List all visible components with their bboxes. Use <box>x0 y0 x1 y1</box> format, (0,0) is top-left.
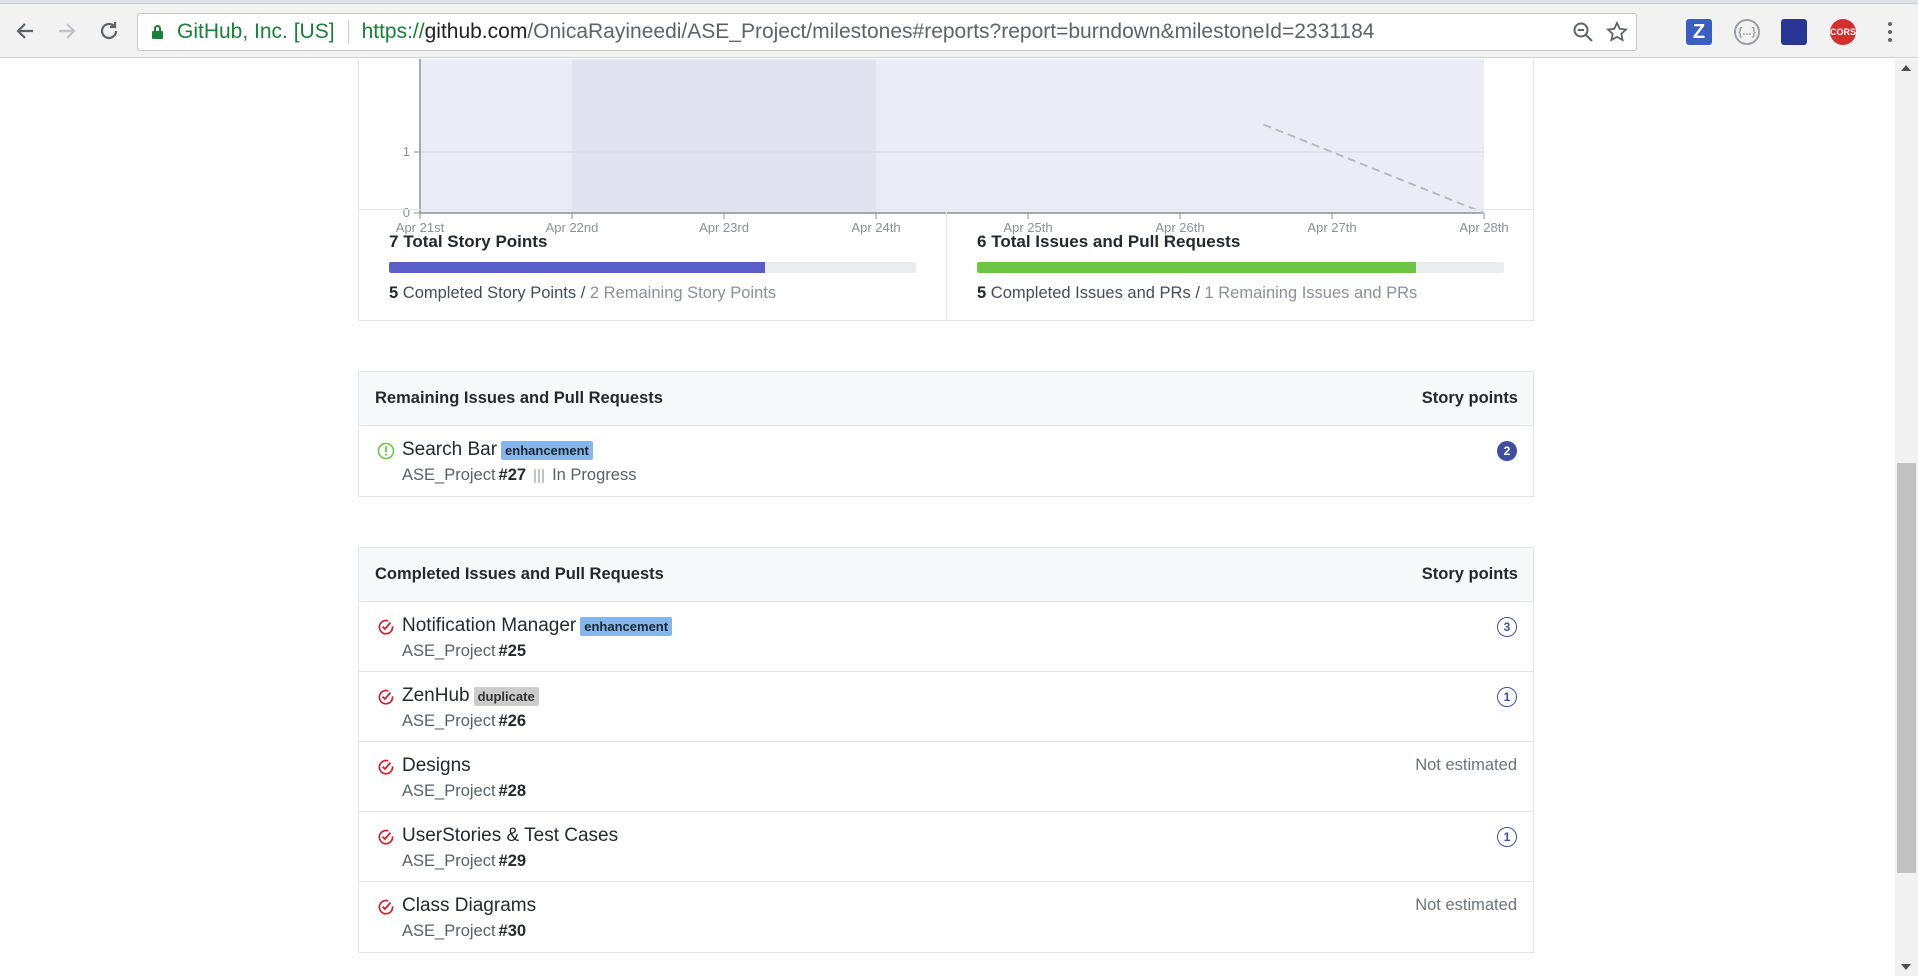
issue-number[interactable]: #29 <box>499 852 527 871</box>
reload-button[interactable] <box>92 14 126 48</box>
url-text[interactable]: https://github.com/OnicaRayineedi/ASE_Pr… <box>362 20 1375 44</box>
issue-row[interactable]: Class Diagrams ASE_Project #30 Not estima… <box>359 882 1533 952</box>
issue-row[interactable]: Notification Manager enhancement ASE_Pro… <box>359 602 1533 672</box>
address-bar[interactable]: GitHub, Inc. [US] https://github.com/Oni… <box>137 13 1637 51</box>
not-estimated-text: Not estimated <box>1415 896 1517 914</box>
issue-title-link[interactable]: Class Diagrams <box>402 895 536 917</box>
page-scrollbar[interactable] <box>1895 59 1918 976</box>
remaining-issues-header: Remaining Issues and Pull Requests Story… <box>359 372 1533 426</box>
issue-meta: ASE_Project #30 <box>402 922 526 941</box>
story-points-badge: 3 <box>1497 617 1517 637</box>
json-viewer-extension-icon[interactable]: {...} <box>1734 19 1760 45</box>
issue-row[interactable]: UserStories & Test Cases ASE_Project #29 … <box>359 812 1533 882</box>
issue-repo: ASE_Project <box>402 782 496 800</box>
issues-stat: 6 Total Issues and Pull Requests 5 Compl… <box>946 210 1534 320</box>
closed-issue-icon <box>378 899 394 915</box>
story-points-title: 7 Total Story Points <box>389 232 548 251</box>
scroll-up-arrow-icon[interactable] <box>1901 65 1911 71</box>
remaining-issues-panel: Remaining Issues and Pull Requests Story… <box>358 371 1534 497</box>
closed-issue-icon <box>378 689 394 705</box>
enhancement-label[interactable]: enhancement <box>501 440 593 460</box>
issue-meta: ASE_Project #25 <box>402 642 526 661</box>
story-points-badge: 1 <box>1497 687 1517 707</box>
issue-title-line: Notification Manager enhancement <box>402 615 673 637</box>
forward-button[interactable] <box>50 14 84 48</box>
issue-row[interactable]: Designs ASE_Project #28 Not estimated <box>359 742 1533 812</box>
lock-icon <box>152 25 163 39</box>
scroll-down-arrow-icon[interactable] <box>1901 964 1911 970</box>
issue-repo: ASE_Project <box>402 642 496 660</box>
issue-title-link[interactable]: Search Bar <box>402 439 497 461</box>
story-points-column: Story points <box>1421 389 1518 407</box>
issues-progress-fill <box>977 262 1416 273</box>
issue-meta: ASE_Project #26 <box>402 712 526 731</box>
issue-title-link[interactable]: ZenHub <box>402 685 470 707</box>
issues-summary: 5 Completed Issues and PRs / 1 Remaining… <box>977 284 1418 302</box>
current-week-highlight <box>572 59 876 213</box>
cors-extension-icon[interactable]: CORS <box>1830 19 1856 45</box>
site-identity[interactable]: GitHub, Inc. [US] <box>177 20 335 44</box>
issue-title-link[interactable]: Designs <box>402 755 471 777</box>
issue-row[interactable]: ZenHub duplicate ASE_Project #26 1 <box>359 672 1533 742</box>
issue-row[interactable]: Search Bar enhancement ASE_Project #27 In… <box>359 426 1533 496</box>
zoom-icon[interactable] <box>1572 21 1594 43</box>
issue-pipeline: In Progress <box>552 466 637 484</box>
zenhub-extension-icon[interactable]: Z <box>1686 19 1712 45</box>
issue-meta: ASE_Project #28 <box>402 782 526 801</box>
browser-toolbar: GitHub, Inc. [US] https://github.com/Oni… <box>0 4 1918 58</box>
closed-issue-icon <box>378 619 394 635</box>
issue-meta: ASE_Project #29 <box>402 852 526 871</box>
issue-title-line: Search Bar enhancement <box>402 439 593 461</box>
closed-issue-icon <box>378 759 394 775</box>
not-estimated-text: Not estimated <box>1415 756 1517 774</box>
milestone-report-page: 0 1 Apr 21st Apr 22nd Apr 23rd Apr 24th Apr 25… <box>0 59 1895 976</box>
issue-number[interactable]: #30 <box>499 922 527 941</box>
pipeline-icon <box>534 468 545 483</box>
omnibox-separator <box>347 20 349 44</box>
completed-issues-title: Completed Issues and Pull Requests <box>375 565 664 583</box>
story-points-summary: 5 Completed Story Points / 2 Remaining S… <box>389 284 777 302</box>
issue-title-line: Class Diagrams <box>402 895 536 917</box>
milestone-stats: 7 Total Story Points 5 Completed Story P… <box>358 209 1534 321</box>
back-button[interactable] <box>8 14 42 48</box>
story-points-stat: 7 Total Story Points 5 Completed Story P… <box>359 210 946 320</box>
back-arrow-icon <box>16 23 33 39</box>
issue-title-line: ZenHub duplicate <box>402 685 539 707</box>
open-issue-icon <box>377 442 395 460</box>
shield-extension-icon[interactable] <box>1781 19 1807 45</box>
issue-repo: ASE_Project <box>402 922 496 940</box>
issue-repo: ASE_Project <box>402 466 496 484</box>
remaining-issues-title: Remaining Issues and Pull Requests <box>375 389 663 407</box>
forward-arrow-icon <box>59 23 76 39</box>
completed-issues-panel: Completed Issues and Pull Requests Story… <box>358 547 1534 953</box>
omnibox-actions <box>1572 14 1628 50</box>
enhancement-label[interactable]: enhancement <box>580 616 673 636</box>
story-points-badge: 2 <box>1497 441 1517 461</box>
bookmark-star-icon[interactable] <box>1606 21 1628 43</box>
browser-menu-icon[interactable] <box>1880 18 1900 46</box>
issues-title: 6 Total Issues and Pull Requests <box>977 232 1241 251</box>
reload-icon <box>100 22 118 40</box>
issue-number[interactable]: #28 <box>499 782 527 801</box>
issue-number[interactable]: #27 <box>499 466 527 485</box>
story-points-badge: 1 <box>1497 827 1517 847</box>
story-points-column: Story points <box>1421 565 1518 583</box>
issue-repo: ASE_Project <box>402 712 496 730</box>
issue-number[interactable]: #25 <box>499 642 527 661</box>
issue-meta: ASE_Project #27 In Progress <box>402 466 636 485</box>
story-points-progress-fill <box>389 262 766 273</box>
closed-issue-icon <box>378 829 394 845</box>
issue-repo: ASE_Project <box>402 852 496 870</box>
issue-title-link[interactable]: Notification Manager <box>402 615 576 637</box>
scrollbar-thumb[interactable] <box>1897 463 1916 873</box>
issue-title-line: UserStories & Test Cases <box>402 825 618 847</box>
issue-title-line: Designs <box>402 755 471 777</box>
issue-title-link[interactable]: UserStories & Test Cases <box>402 825 618 847</box>
duplicate-label[interactable]: duplicate <box>473 686 539 706</box>
completed-issues-header: Completed Issues and Pull Requests Story… <box>359 548 1533 602</box>
issue-number[interactable]: #26 <box>499 712 527 731</box>
story-points-progress <box>389 262 916 273</box>
y-tick-label: 1 <box>403 144 410 159</box>
issues-progress <box>977 262 1504 273</box>
